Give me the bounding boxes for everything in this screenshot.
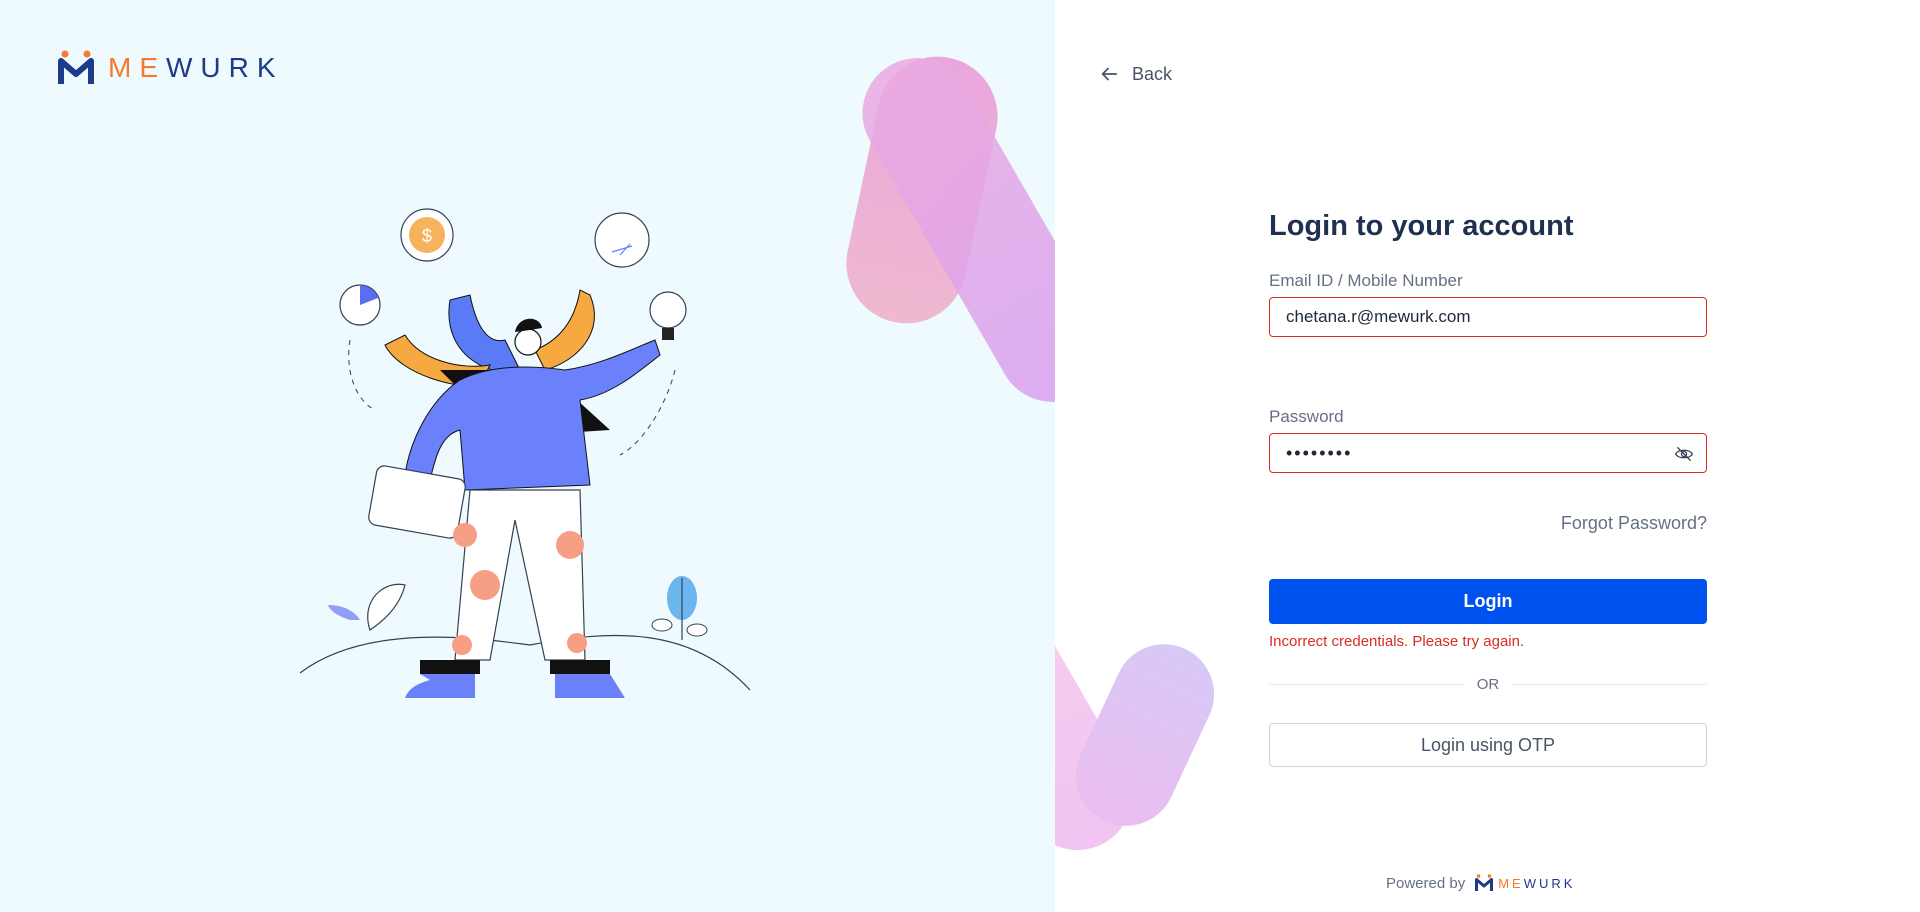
email-input[interactable] bbox=[1286, 307, 1690, 327]
illustration-panel: MEWURK $ bbox=[0, 0, 1055, 912]
mewurk-logo-icon bbox=[58, 50, 94, 84]
powered-by-text: Powered by bbox=[1386, 874, 1466, 892]
or-divider: OR bbox=[1269, 676, 1707, 693]
password-input[interactable]: •••••••• bbox=[1286, 443, 1352, 464]
login-button[interactable]: Login bbox=[1269, 579, 1707, 624]
login-otp-button[interactable]: Login using OTP bbox=[1269, 723, 1707, 767]
logo-me-text: ME bbox=[108, 52, 166, 83]
mewurk-logo-icon bbox=[1475, 874, 1494, 891]
error-message: Incorrect credentials. Please try again. bbox=[1269, 633, 1525, 650]
mewurk-logo: MEWURK bbox=[58, 50, 284, 86]
page-title: Login to your account bbox=[1269, 210, 1574, 242]
logo-wurk-text: WURK bbox=[166, 52, 284, 83]
email-field[interactable] bbox=[1269, 297, 1707, 337]
multitasking-person-illustration: $ bbox=[299, 208, 751, 698]
powered-by: Powered by MEWURK bbox=[1386, 874, 1575, 892]
login-form: Login to your account Email ID / Mobile … bbox=[1269, 210, 1707, 767]
mewurk-small-logo: MEWURK bbox=[1475, 874, 1575, 892]
svg-text:$: $ bbox=[422, 226, 432, 246]
divider-line bbox=[1269, 684, 1465, 685]
forgot-password-link[interactable]: Forgot Password? bbox=[1269, 513, 1707, 534]
email-label: Email ID / Mobile Number bbox=[1269, 271, 1463, 290]
or-text: OR bbox=[1476, 676, 1500, 693]
password-label: Password bbox=[1269, 407, 1344, 426]
back-link[interactable]: Back bbox=[1098, 63, 1172, 85]
divider-line bbox=[1511, 684, 1707, 685]
small-logo-me: ME bbox=[1498, 875, 1524, 891]
small-logo-wurk: WURK bbox=[1523, 875, 1576, 891]
password-field[interactable]: •••••••• bbox=[1269, 433, 1707, 473]
eye-off-icon[interactable] bbox=[1674, 444, 1694, 464]
back-label: Back bbox=[1132, 63, 1173, 84]
login-panel: Back Login to your account Email ID / Mo… bbox=[1055, 0, 1920, 912]
arrow-left-icon bbox=[1101, 67, 1118, 81]
